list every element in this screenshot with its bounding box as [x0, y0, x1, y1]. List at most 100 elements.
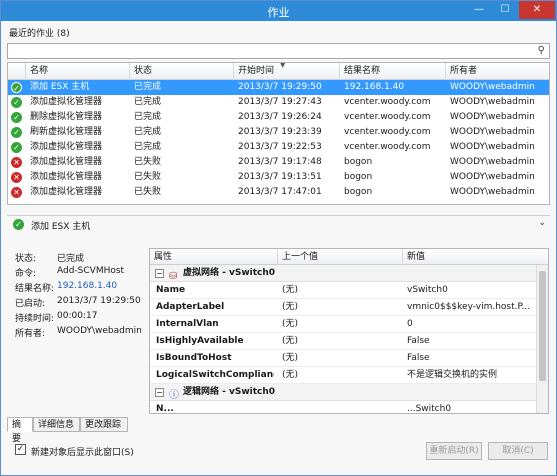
search-icon[interactable]: ⚲ [538, 45, 545, 56]
properties-grid: 属性 上一个值 新值 − ⛁ 虚拟网络 - vSwitch0 Name (无) vS… [149, 248, 549, 414]
property-row[interactable]: IsHighlyAvailable (无) False [150, 333, 536, 350]
props-col-previous[interactable]: 上一个值 [278, 249, 403, 265]
table-row[interactable]: ✓ 添加虚拟化管理器 已完成 2013/3/7 19:27:43 vcenter.woo… [8, 95, 549, 110]
table-row[interactable]: ✕ 添加虚拟化管理器 已失败 2013/3/7 19:17:48 bogon WOODY\… [8, 155, 549, 170]
job-start-time: 2013/3/7 19:22:53 [238, 142, 322, 152]
error-icon: ✕ [11, 172, 22, 183]
property-previous: (无) [282, 336, 299, 346]
job-result-name: 192.168.1.40 [344, 82, 405, 92]
group-logical-network[interactable]: − ⓘ 逻辑网络 - vSwitch0 [150, 384, 536, 401]
result-name-link[interactable]: 192.168.1.40 [57, 281, 117, 291]
property-name: IsHighlyAvailable [156, 336, 244, 346]
property-name: N... [156, 404, 174, 414]
tab-change-tracking[interactable]: 更改跟踪 [80, 417, 128, 432]
detail-header[interactable]: ✓ 添加 ESX 主机 ⌄ [7, 215, 550, 233]
property-row[interactable]: N... ...Switch0 [150, 401, 536, 414]
job-owner: WOODY\webadmin [450, 82, 535, 92]
job-result-name: bogon [344, 157, 373, 167]
collapse-icon[interactable]: − [155, 269, 164, 278]
property-name: IsBoundToHost [156, 353, 232, 363]
detail-title: 添加 ESX 主机 [31, 222, 91, 232]
table-row[interactable]: ✓ 添加虚拟化管理器 已完成 2013/3/7 19:22:53 vcenter.woo… [8, 140, 549, 155]
job-name: 刷新虚拟化管理器 [30, 127, 103, 137]
job-start-time: 2013/3/7 19:13:51 [238, 172, 322, 182]
job-start-time: 2013/3/7 19:23:39 [238, 127, 322, 137]
sort-descending-icon: ▼ [280, 62, 286, 69]
property-new: 不是逻辑交换机的实例 [407, 370, 498, 380]
detail-field: 命令: Add-SCVMHost [15, 266, 124, 279]
job-state: 已完成 [134, 97, 162, 107]
property-row[interactable]: Name (无) vSwitch0 [150, 282, 536, 299]
property-previous: (无) [282, 319, 299, 329]
table-row[interactable]: ✓ 刷新虚拟化管理器 已完成 2013/3/7 19:23:39 vcenter.woo… [8, 125, 549, 140]
job-owner: WOODY\webadmin [450, 97, 535, 107]
success-icon: ✓ [13, 219, 24, 230]
job-name: 添加虚拟化管理器 [30, 157, 103, 167]
job-result-name: vcenter.woody.com [344, 127, 431, 137]
props-col-property[interactable]: 属性 [150, 249, 278, 265]
job-result-name: bogon [344, 172, 373, 182]
col-name[interactable]: 名称 [26, 63, 130, 80]
tab-summary[interactable]: 摘要 [7, 417, 33, 444]
props-scrollbar[interactable] [536, 265, 548, 413]
detail-field-label: 状态: [15, 254, 37, 264]
restart-button[interactable]: 重新启动(R) [426, 442, 482, 460]
recent-jobs-heading: 最近的作业 (8) [9, 29, 70, 39]
success-icon: ✓ [11, 127, 22, 138]
table-row[interactable]: ✕ 添加虚拟化管理器 已失败 2013/3/7 17:47:01 bogon WOODY\… [8, 185, 549, 200]
property-new: False [407, 353, 430, 363]
collapse-icon[interactable]: − [155, 388, 164, 397]
tab-details[interactable]: 详细信息 [33, 417, 80, 432]
error-icon: ✕ [11, 157, 22, 168]
property-row[interactable]: AdapterLabel (无) vmnic0$$$key-vim.host.P..… [150, 299, 536, 316]
show-window-label: 新建对象后显示此窗口(S) [31, 448, 134, 458]
job-result-name: vcenter.woody.com [344, 97, 431, 107]
col-owner[interactable]: 所有者 [446, 63, 549, 80]
cancel-button[interactable]: 取消(C) [488, 442, 548, 460]
property-row[interactable]: LogicalSwitchComplianc... (无) 不是逻辑交换机的实例 [150, 367, 536, 384]
job-owner: WOODY\webadmin [450, 142, 535, 152]
detail-field-label: 已启动: [15, 299, 46, 309]
property-row[interactable]: InternalVlan (无) 0 [150, 316, 536, 333]
group-virtual-network[interactable]: − ⛁ 虚拟网络 - vSwitch0 [150, 265, 536, 282]
error-icon: ✕ [11, 187, 22, 198]
job-state: 已完成 [134, 127, 162, 137]
job-owner: WOODY\webadmin [450, 112, 535, 122]
success-icon: ✓ [11, 142, 22, 153]
table-row[interactable]: ✓ 删除虚拟化管理器 已完成 2013/3/7 19:26:24 vcenter.woo… [8, 110, 549, 125]
scrollbar-thumb[interactable] [539, 271, 546, 381]
detail-field: 结果名称: 192.168.1.40 [15, 281, 117, 294]
success-icon: ✓ [11, 82, 22, 93]
col-result-name[interactable]: 结果名称 [340, 63, 446, 80]
property-previous: (无) [282, 353, 299, 363]
job-state: 已完成 [134, 112, 162, 122]
job-state: 已失败 [134, 187, 162, 197]
job-owner: WOODY\webadmin [450, 127, 535, 137]
job-start-time: 2013/3/7 19:29:50 [238, 82, 322, 92]
property-name: AdapterLabel [156, 302, 225, 312]
job-start-time: 2013/3/7 17:47:01 [238, 187, 322, 197]
job-start-time: 2013/3/7 19:26:24 [238, 112, 322, 122]
show-window-checkbox[interactable]: ✓ [15, 444, 26, 455]
chevron-down-icon[interactable]: ⌄ [538, 218, 546, 228]
detail-field-value: Add-SCVMHost [57, 266, 125, 276]
job-owner: WOODY\webadmin [450, 172, 535, 182]
minimize-button[interactable]: — [467, 1, 491, 19]
search-input[interactable]: ⚲ [7, 43, 550, 59]
table-row[interactable]: ✕ 添加虚拟化管理器 已失败 2013/3/7 19:13:51 bogon WOODY\… [8, 170, 549, 185]
group-title: 虚拟网络 - vSwitch0 [183, 268, 276, 278]
col-start-time[interactable]: 开始时间 [234, 63, 340, 80]
detail-field-label: 所有者: [15, 329, 46, 339]
col-state[interactable]: 状态 [130, 63, 234, 80]
close-button[interactable]: ✕ [519, 1, 555, 19]
maximize-button[interactable]: ☐ [493, 1, 517, 19]
property-row[interactable]: IsBoundToHost (无) False [150, 350, 536, 367]
success-icon: ✓ [11, 112, 22, 123]
props-col-new[interactable]: 新值 [403, 249, 548, 265]
table-row[interactable]: ✓ 添加 ESX 主机 已完成 2013/3/7 19:29:50 192.168.1.… [8, 80, 549, 95]
property-new: ...Switch0 [407, 404, 452, 414]
detail-field: 已启动: 2013/3/7 19:29:50 [15, 296, 141, 309]
success-icon: ✓ [11, 97, 22, 108]
detail-field-value: 已完成 [57, 254, 85, 264]
col-status-icon[interactable] [8, 63, 26, 80]
